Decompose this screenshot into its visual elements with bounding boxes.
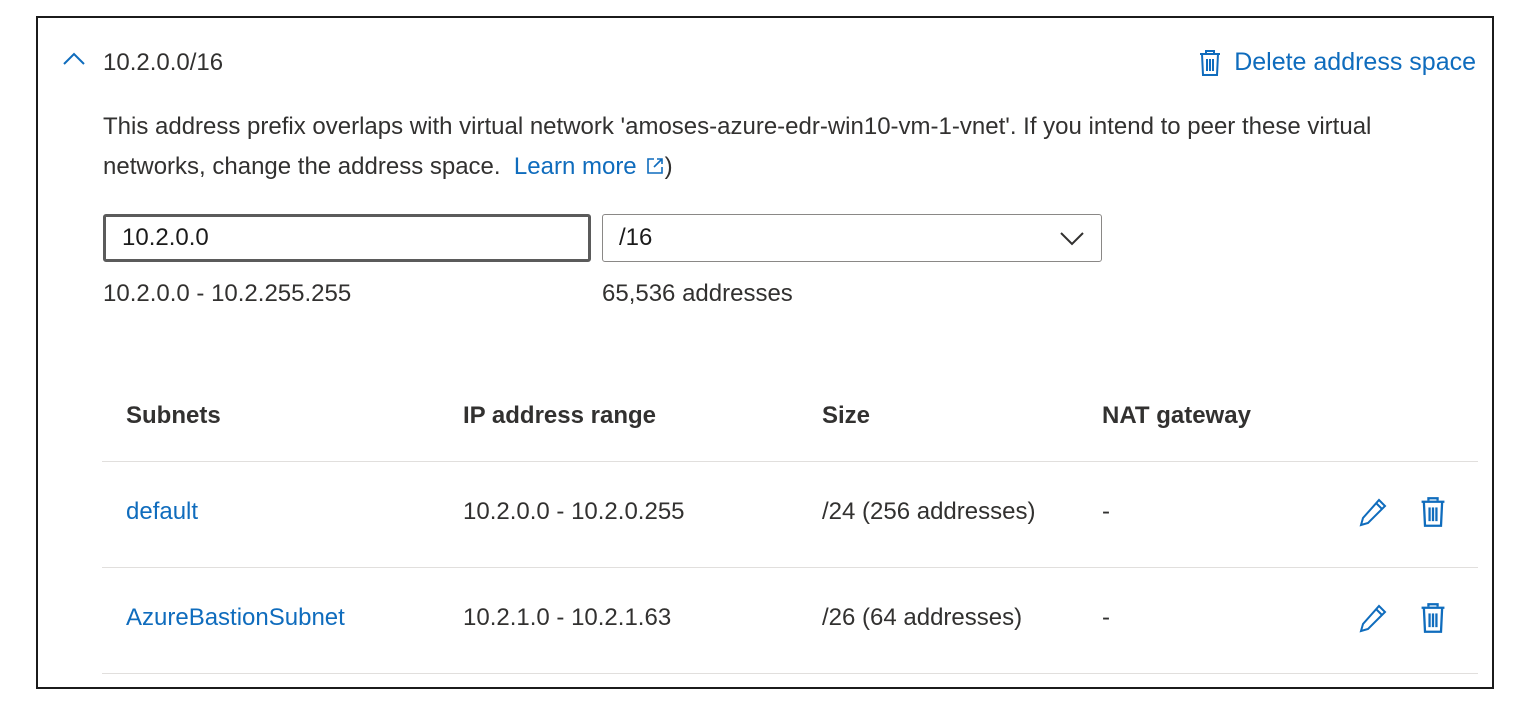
header-size: Size: [822, 402, 871, 429]
header-ip-range: IP address range: [463, 402, 656, 429]
subnet-link-azurebastionsubnet[interactable]: AzureBastionSubnet: [126, 604, 345, 632]
prefix-length-select[interactable]: /16: [602, 214, 1102, 262]
table-row: default 10.2.0.0 - 10.2.0.255 /24 (256 a…: [102, 462, 1478, 568]
delete-address-space-label: Delete address space: [1234, 48, 1476, 76]
prefix-length-value: /16: [619, 224, 653, 251]
edit-subnet-button[interactable]: [1358, 496, 1388, 528]
learn-more-link[interactable]: Learn more: [514, 153, 665, 180]
delete-subnet-button[interactable]: [1418, 602, 1448, 634]
edit-icon: [1359, 498, 1387, 527]
table-header-row: Subnets IP address range Size NAT gatewa…: [102, 380, 1478, 462]
address-range-text: 10.2.0.0 - 10.2.255.255: [103, 280, 352, 307]
edit-icon: [1359, 604, 1387, 633]
subnets-table: Subnets IP address range Size NAT gatewa…: [102, 380, 1478, 674]
subnet-size: /24 (256 addresses): [822, 498, 1036, 525]
delete-address-space-button[interactable]: Delete address space: [1198, 48, 1476, 77]
subnet-ip-range: 10.2.1.0 - 10.2.1.63: [463, 604, 672, 631]
table-row: AzureBastionSubnet 10.2.1.0 - 10.2.1.63 …: [102, 568, 1478, 674]
delete-subnet-button[interactable]: [1418, 496, 1448, 528]
address-count-text: 65,536 addresses: [602, 280, 793, 307]
trash-icon: [1200, 49, 1221, 76]
trash-icon: [1421, 497, 1445, 527]
subnet-nat-gateway: -: [1102, 604, 1110, 631]
learn-more-label: Learn more: [513, 153, 637, 180]
header-subnets: Subnets: [126, 402, 221, 429]
closing-paren: ): [664, 153, 673, 180]
overlap-warning: This address prefix overlaps with virtua…: [103, 107, 1443, 187]
subnet-ip-range: 10.2.0.0 - 10.2.0.255: [463, 498, 685, 525]
subnet-size: /26 (64 addresses): [822, 604, 1023, 631]
header-nat-gateway: NAT gateway: [1102, 402, 1251, 429]
address-space-title: 10.2.0.0/16: [103, 49, 224, 76]
external-link-icon: [646, 158, 663, 174]
trash-icon: [1421, 603, 1445, 633]
chevron-down-icon: [1060, 232, 1084, 246]
subnet-nat-gateway: -: [1102, 498, 1110, 525]
overlap-warning-text: This address prefix overlaps with virtua…: [103, 113, 1372, 180]
subnet-link-default[interactable]: default: [126, 498, 198, 526]
chevron-up-icon[interactable]: [62, 50, 86, 66]
address-prefix-input[interactable]: [103, 214, 591, 262]
edit-subnet-button[interactable]: [1358, 602, 1388, 634]
